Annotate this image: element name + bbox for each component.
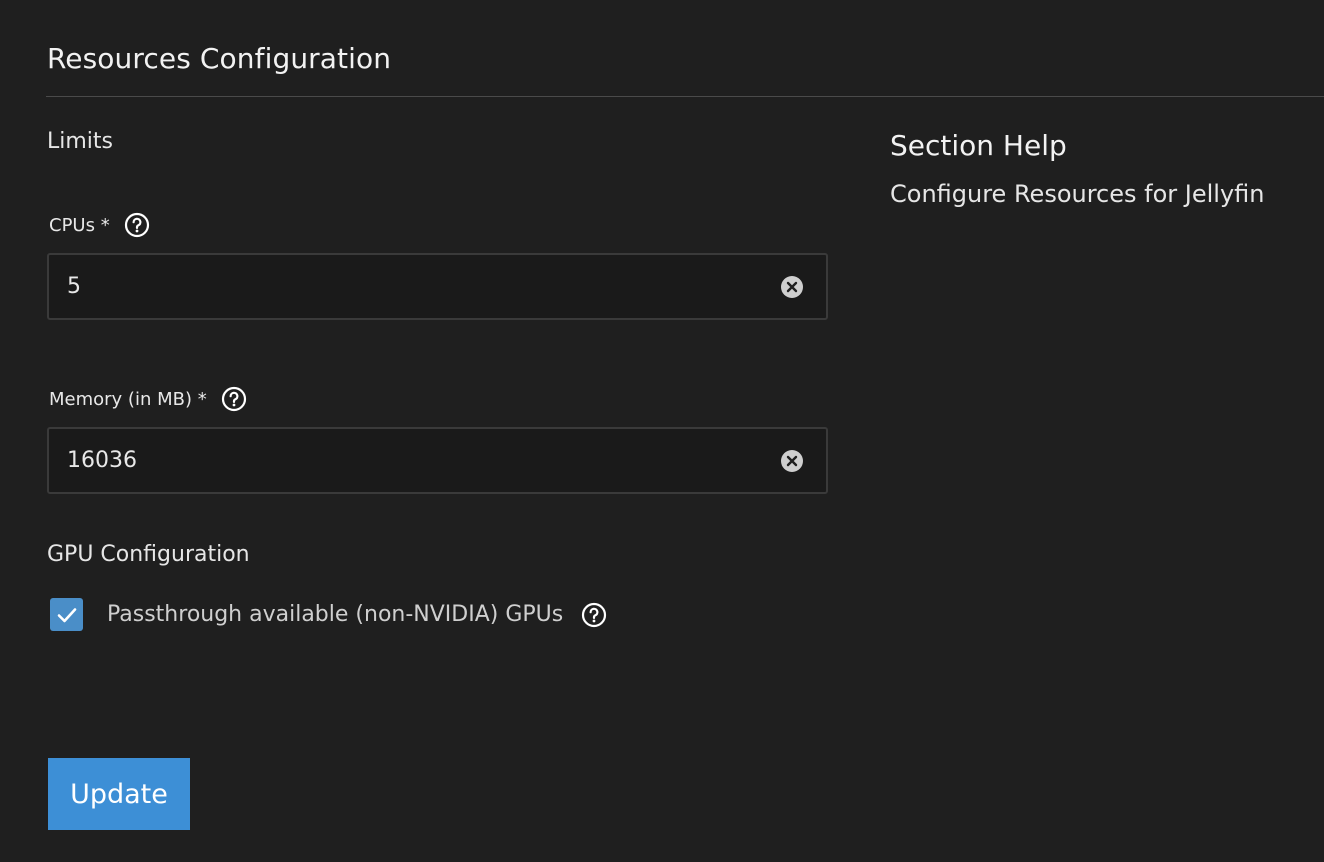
cpus-input[interactable]: 5: [47, 253, 828, 320]
gpu-section-label: GPU Configuration: [47, 542, 250, 567]
memory-input[interactable]: 16036: [47, 427, 828, 494]
cpus-input-value[interactable]: 5: [67, 274, 826, 299]
section-help-text: Configure Resources for Jellyfin: [890, 180, 1265, 208]
memory-clear-icon[interactable]: [780, 449, 804, 473]
header-divider: [46, 96, 1324, 97]
passthrough-label[interactable]: Passthrough available (non-NVIDIA) GPUs: [107, 602, 563, 627]
section-help-title: Section Help: [890, 129, 1067, 162]
resources-configuration-page: Resources Configuration Limits CPUs * 5 …: [0, 0, 1324, 862]
page-title: Resources Configuration: [47, 42, 392, 75]
update-button[interactable]: Update: [48, 758, 190, 830]
memory-help-icon[interactable]: [221, 386, 247, 412]
cpus-label: CPUs *: [49, 212, 150, 238]
memory-input-value[interactable]: 16036: [67, 448, 826, 473]
cpus-clear-icon[interactable]: [780, 275, 804, 299]
memory-label: Memory (in MB) *: [49, 386, 247, 412]
checkmark-icon: [57, 607, 76, 622]
cpus-help-icon[interactable]: [124, 212, 150, 238]
passthrough-checkbox-row[interactable]: Passthrough available (non-NVIDIA) GPUs: [50, 598, 607, 631]
limits-section-label: Limits: [47, 129, 113, 154]
cpus-label-text: CPUs *: [49, 214, 110, 236]
passthrough-checkbox[interactable]: [50, 598, 83, 631]
memory-label-text: Memory (in MB) *: [49, 388, 207, 410]
passthrough-help-icon[interactable]: [581, 602, 607, 628]
